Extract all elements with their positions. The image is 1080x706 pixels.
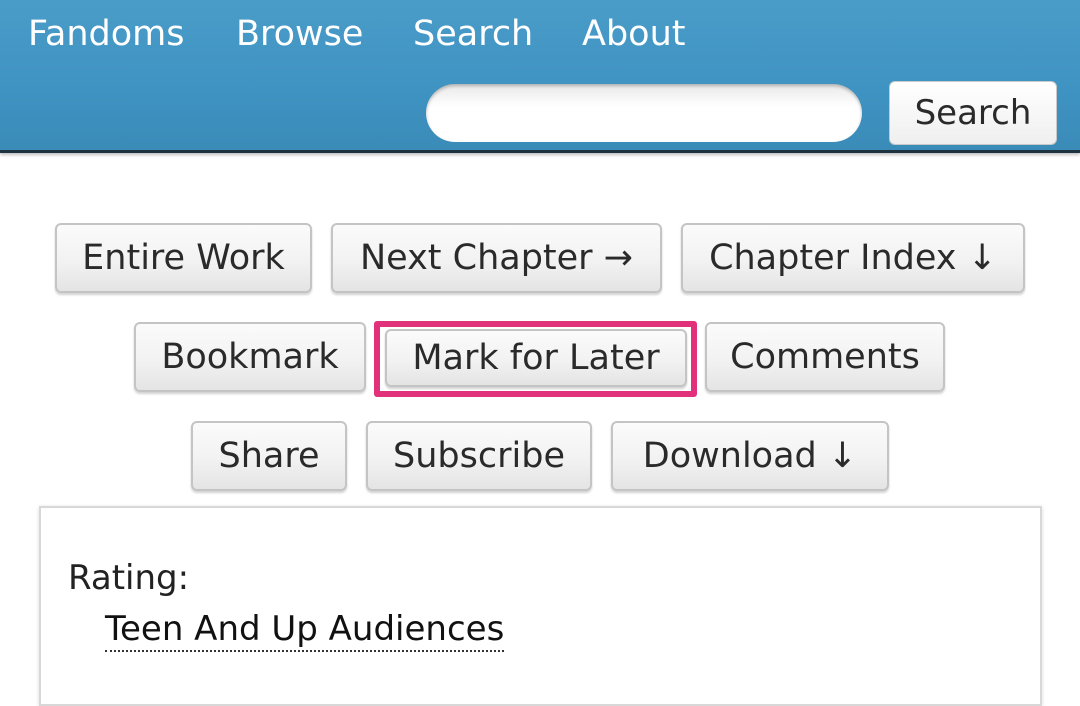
entire-work-button[interactable]: Entire Work: [55, 223, 312, 293]
share-button[interactable]: Share: [191, 421, 347, 491]
chapter-index-button[interactable]: Chapter Index ↓: [681, 223, 1025, 293]
work-meta-box: [39, 506, 1042, 706]
search-button[interactable]: Search: [889, 81, 1057, 145]
search-input[interactable]: [426, 84, 862, 142]
bookmark-button[interactable]: Bookmark: [134, 322, 366, 392]
mark-for-later-button[interactable]: Mark for Later: [385, 329, 687, 387]
download-button[interactable]: Download ↓: [611, 421, 889, 491]
next-chapter-button[interactable]: Next Chapter →: [331, 223, 662, 293]
rating-value-link[interactable]: Teen And Up Audiences: [105, 608, 505, 652]
nav-fandoms-link[interactable]: Fandoms: [28, 14, 185, 54]
site-header: Fandoms Browse Search About Search: [0, 0, 1080, 153]
nav-browse-link[interactable]: Browse: [236, 14, 363, 54]
subscribe-button[interactable]: Subscribe: [366, 421, 592, 491]
nav-search-link[interactable]: Search: [413, 14, 533, 54]
rating-label: Rating:: [68, 558, 190, 598]
comments-button[interactable]: Comments: [705, 322, 945, 392]
nav-about-link[interactable]: About: [582, 14, 685, 54]
